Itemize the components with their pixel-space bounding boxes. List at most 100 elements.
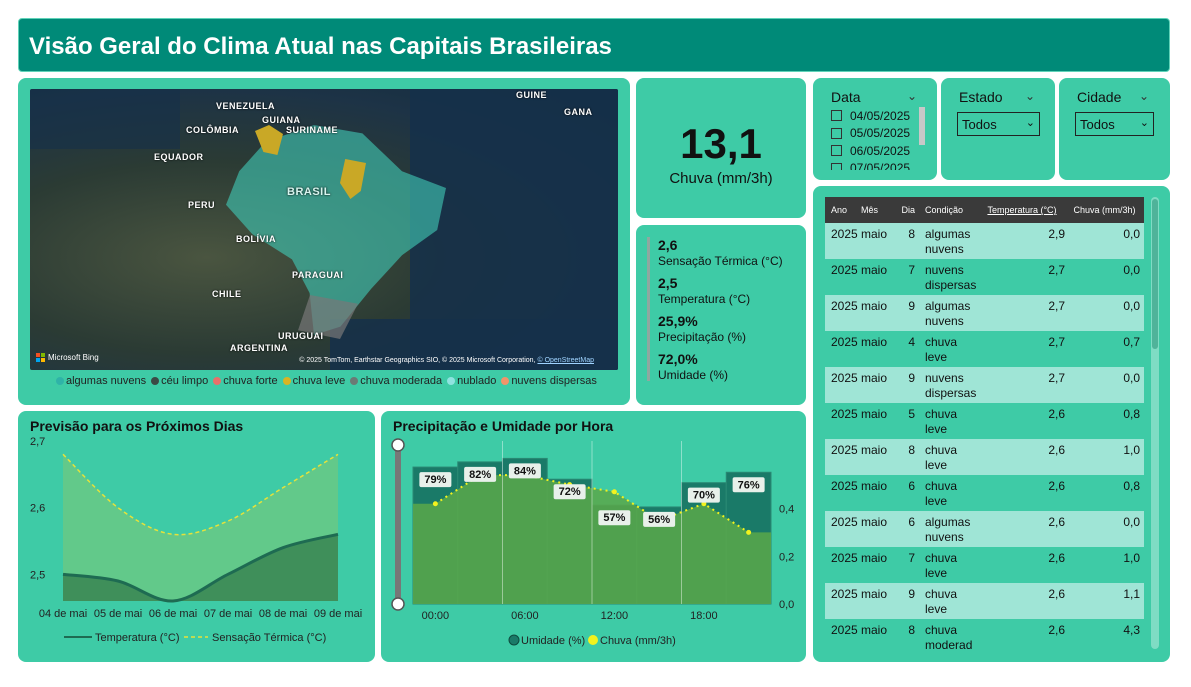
table-scrollbar[interactable]: [1151, 197, 1159, 649]
map-legend-item[interactable]: chuva forte: [213, 375, 278, 387]
header-temperatura[interactable]: Temperatura (°C): [979, 205, 1069, 215]
y-right-tick-label: 0,2: [779, 551, 794, 563]
table-cell-mes: maio: [861, 587, 888, 601]
table-row[interactable]: 2025 maio 8 algumas nuvens 2,9 0,0: [825, 223, 1144, 259]
checkbox-icon[interactable]: [831, 127, 842, 139]
range-slider-handle-bottom[interactable]: [391, 597, 405, 611]
chevron-down-icon[interactable]: ⌄: [1139, 89, 1149, 103]
table-cell-ano: 2025: [831, 371, 858, 385]
date-option[interactable]: 04/05/2025: [831, 107, 923, 125]
table-cell-cond: chuva leve: [925, 587, 958, 616]
header-mes[interactable]: Mês: [861, 205, 897, 215]
table-row[interactable]: 2025 maio 9 chuva leve 2,6 1,1: [825, 583, 1144, 619]
y-right-tick-label: 0,4: [779, 504, 794, 516]
table-cell-mes: maio: [861, 623, 888, 637]
slicer-cidade-title: Cidade: [1077, 89, 1122, 105]
table-cell-dia: 6: [908, 479, 915, 493]
header-condicao[interactable]: Condição: [919, 203, 979, 218]
checkbox-icon[interactable]: [831, 162, 842, 170]
kpi-temperatura-value: 2,5: [658, 275, 678, 291]
header-ano[interactable]: Ano: [825, 205, 861, 215]
table-cell-temp: 2,7: [1048, 299, 1065, 313]
map-label-equador: EQUADOR: [154, 152, 204, 162]
humidity-data-label: 72%: [559, 486, 581, 498]
map-legend-label: nublado: [457, 375, 497, 387]
y-right-tick-label: 0,0: [779, 599, 794, 611]
hourly-chart[interactable]: 79% 82% 84% 72% 57% 56% 70% 76% 0,0 0,2 0,4 00:00 06…: [381, 411, 806, 662]
table-cell-ano: 2025: [831, 479, 858, 493]
humidity-data-label: 84%: [514, 465, 536, 477]
header-dia[interactable]: Dia: [897, 205, 919, 215]
table-cell-chuva: 0,8: [1123, 407, 1140, 421]
kpi-sensacao-value: 2,6: [658, 237, 678, 253]
estado-dropdown[interactable]: Todos ⌄: [957, 112, 1040, 136]
table-row[interactable]: 2025 maio 6 chuva leve 2,6 0,8: [825, 475, 1144, 511]
table-row[interactable]: 2025 maio 7 nuvens dispersas 2,7 0,0: [825, 259, 1144, 295]
legend-chuva-label: Chuva (mm/3h): [600, 635, 676, 647]
table-cell-cond: chuva leve: [925, 407, 958, 436]
table-row[interactable]: 2025 maio 6 algumas nuvens 2,6 0,0: [825, 511, 1144, 547]
cidade-dropdown-value: Todos: [1080, 117, 1115, 132]
table-cell-ano: 2025: [831, 587, 858, 601]
range-slider-handle-top[interactable]: [391, 438, 405, 452]
y-tick-label: 2,7: [30, 436, 45, 448]
table-scrollbar-thumb[interactable]: [1152, 199, 1158, 349]
table-row[interactable]: 2025 maio 4 chuva leve 2,7 0,7: [825, 331, 1144, 367]
header-bar: Visão Geral do Clima Atual nas Capitais …: [18, 18, 1170, 72]
estado-dropdown-value: Todos: [962, 117, 997, 132]
map-legend-item[interactable]: nublado: [447, 375, 496, 387]
table-cell-cond: algumas nuvens: [925, 515, 971, 544]
kpi-umidade-value: 72,0%: [658, 351, 698, 367]
table-row[interactable]: 2025 maio 9 nuvens dispersas 2,7 0,0: [825, 367, 1144, 403]
chevron-down-icon[interactable]: ⌄: [907, 89, 917, 103]
map-attribution: © 2025 TomTom, Earthstar Geographics SIO…: [299, 357, 594, 364]
date-option[interactable]: 06/05/2025: [831, 142, 923, 160]
map-label-uruguai: URUGUAI: [278, 331, 324, 341]
openstreetmap-link[interactable]: © OpenStreetMap: [537, 357, 594, 364]
x-tick-label: 04 de mai: [39, 608, 87, 620]
cidade-dropdown[interactable]: Todos ⌄: [1075, 112, 1154, 136]
kpi-chuva-value: 13,1: [680, 120, 762, 167]
map-view[interactable]: VENEZUELA GUIANA SURINAME GUINE GANA COL…: [30, 89, 618, 370]
kpi-multi-card: 2,6 Sensação Térmica (°C) 2,5 Temperatur…: [636, 225, 806, 405]
date-option[interactable]: 07/05/2025: [831, 160, 923, 170]
table-cell-cond: chuva leve: [925, 479, 958, 508]
kpi-precipitacao: 25,9% Precipitação (%): [658, 313, 746, 344]
table-cell-mes: maio: [861, 443, 888, 457]
table-cell-cond: nuvens dispersas: [925, 263, 977, 292]
table-cell-cond: chuva leve: [925, 335, 958, 364]
kpi-chuva-card: 13,1 Chuva (mm/3h): [636, 78, 806, 218]
map-legend-item[interactable]: chuva moderada: [350, 375, 442, 387]
humidity-data-label: 56%: [648, 514, 670, 526]
map-legend-item[interactable]: algumas nuvens: [56, 375, 146, 387]
table-cell-dia: 7: [908, 551, 915, 565]
range-slider-track: [395, 443, 401, 603]
table-cell-chuva: 0,0: [1123, 515, 1140, 529]
table-cell-mes: maio: [861, 515, 888, 529]
table-cell-chuva: 0,0: [1123, 227, 1140, 241]
table-row[interactable]: 2025 maio 5 chuva leve 2,6 0,8: [825, 403, 1144, 439]
map-legend-item[interactable]: céu limpo: [151, 375, 208, 387]
table-row[interactable]: 2025 maio 8 chuva moderad 2,6 4,3: [825, 619, 1144, 655]
checkbox-icon[interactable]: [831, 145, 842, 157]
table-cell-mes: maio: [861, 335, 888, 349]
date-option[interactable]: 05/05/2025: [831, 125, 923, 143]
bing-logo: Microsoft Bing: [36, 353, 99, 362]
map-legend-item[interactable]: nuvens dispersas: [501, 375, 597, 387]
table-cell-ano: 2025: [831, 263, 858, 277]
table-row[interactable]: 2025 maio 8 chuva leve 2,6 1,0: [825, 439, 1144, 475]
slicer-cidade: Cidade ⌄ Todos ⌄: [1059, 78, 1170, 180]
checkbox-icon[interactable]: [831, 110, 842, 122]
map-legend-item[interactable]: chuva leve: [282, 375, 345, 387]
header-chuva[interactable]: Chuva (mm/3h): [1069, 205, 1144, 215]
forecast-chart[interactable]: 2,5 2,6 2,7 04 de mai 05 de mai 06 de mai 07 d…: [18, 411, 375, 662]
table-row[interactable]: 2025 maio 9 algumas nuvens 2,7 0,0: [825, 295, 1144, 331]
date-list-scrollbar[interactable]: [919, 107, 925, 145]
chevron-down-icon[interactable]: ⌄: [1025, 89, 1035, 103]
map-label-chile: CHILE: [212, 289, 242, 299]
table-cell-dia: 8: [908, 227, 915, 241]
table-header: Ano Mês Dia Condição Temperatura (°C) Ch…: [825, 197, 1144, 223]
table-row[interactable]: 2025 maio 7 chuva leve 2,6 1,0: [825, 547, 1144, 583]
rain-point: [746, 529, 752, 535]
table-cell-cond: algumas nuvens: [925, 299, 971, 328]
